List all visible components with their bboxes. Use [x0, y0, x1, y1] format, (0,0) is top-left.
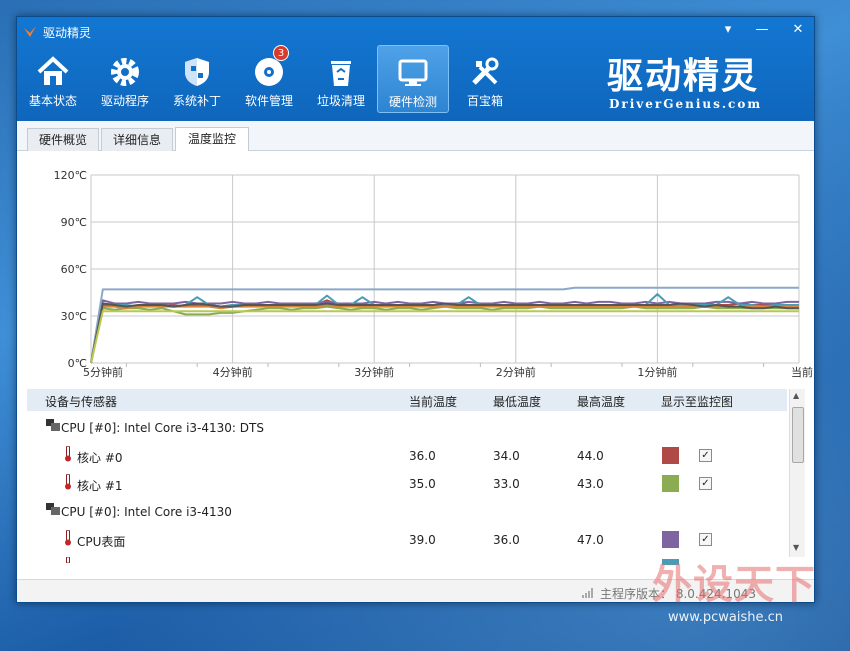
table-header: 设备与传感器 当前温度 最低温度 最高温度 显示至监控图: [27, 389, 787, 411]
tab-details[interactable]: 详细信息: [101, 128, 173, 151]
series-color-swatch[interactable]: [662, 447, 679, 464]
max-temp: 44.0: [577, 449, 604, 463]
series-color-swatch[interactable]: [662, 531, 679, 548]
main-window: 驱动精灵 ▾ — ✕ 基本状态 驱动程序 系统补丁 3 软件管理 垃圾清理 硬件…: [16, 16, 815, 603]
tab-temperature-monitor[interactable]: 温度监控: [175, 127, 249, 151]
x-tick-label: 5分钟前: [83, 365, 123, 379]
title-bar: 驱动精灵 ▾ — ✕ 基本状态 驱动程序 系统补丁 3 软件管理 垃圾清理 硬件…: [17, 17, 814, 121]
gear-icon: [111, 58, 139, 86]
x-tick-label: 3分钟前: [354, 365, 394, 379]
min-temp: 34.0: [493, 449, 520, 463]
tab-bar: 硬件概览 详细信息 温度监控: [17, 121, 814, 151]
group-name: CPU [#0]: Intel Core i3-4130: [61, 505, 232, 519]
toolbar-item-basic-status[interactable]: 基本状态: [17, 45, 89, 113]
max-temp: 43.0: [577, 477, 604, 491]
group-name: CPU [#0]: Intel Core i3-4130: DTS: [61, 421, 264, 435]
toolbar-item-software[interactable]: 3 软件管理: [233, 45, 305, 113]
current-temp: 35.0: [409, 477, 436, 491]
show-in-chart-checkbox[interactable]: ✓: [699, 477, 712, 490]
app-logo-icon: [24, 26, 36, 37]
watermark-url: www.pcwaishe.cn: [668, 610, 783, 625]
series-line: [90, 286, 799, 364]
current-temp: 36.0: [409, 449, 436, 463]
toolbar-label: 垃圾清理: [316, 94, 365, 108]
recycle-bin-icon: [331, 61, 351, 86]
max-temp: 47.0: [577, 533, 604, 547]
min-temp: 33.0: [493, 477, 520, 491]
thermometer-icon: [65, 474, 71, 490]
x-tick-label: 2分钟前: [496, 365, 536, 379]
column-header-show[interactable]: 显示至监控图: [661, 393, 733, 410]
watermark-logo: 外设天下: [652, 562, 816, 608]
series-line: [90, 302, 799, 364]
brand-name-en: DriverGenius.com: [609, 97, 763, 111]
show-in-chart-checkbox[interactable]: ✓: [699, 449, 712, 462]
thermometer-icon: [65, 446, 71, 462]
sensor-name: 核心 #0: [77, 451, 123, 465]
toolbar-label: 硬件检测: [388, 95, 437, 109]
signal-bars-icon: [582, 588, 593, 598]
x-tick-label: 当前: [791, 365, 813, 379]
brand-name-cn: 驱动精灵: [607, 56, 760, 97]
x-tick-label: 1分钟前: [637, 365, 677, 379]
y-tick-label: 30℃: [61, 310, 87, 323]
series-line: [90, 299, 799, 364]
y-tick-label: 60℃: [61, 263, 87, 276]
tab-hardware-overview[interactable]: 硬件概览: [27, 128, 99, 151]
toolbar-item-drivers[interactable]: 驱动程序: [89, 45, 161, 113]
tools-icon: [472, 57, 499, 85]
brand-logo: 驱动精灵 DriverGenius.com: [607, 47, 787, 117]
toolbar-label: 百宝箱: [466, 94, 503, 108]
show-in-chart-checkbox[interactable]: ✓: [699, 533, 712, 546]
y-tick-label: 90℃: [61, 216, 87, 229]
series-line: [90, 299, 799, 364]
series-line: [90, 310, 799, 364]
toolbar-label: 驱动程序: [100, 94, 149, 108]
column-header-device[interactable]: 设备与传感器: [45, 393, 117, 410]
current-temp: 39.0: [409, 533, 436, 547]
monitor-icon: [398, 59, 428, 86]
y-tick-label: 120℃: [54, 169, 87, 182]
update-count-badge: 3: [273, 45, 289, 61]
series-color-swatch[interactable]: [662, 475, 679, 492]
toolbar-item-patches[interactable]: 系统补丁: [161, 45, 233, 113]
table-scrollbar[interactable]: ▲ ▼: [789, 389, 805, 557]
toolbar-item-toolbox[interactable]: 百宝箱: [449, 45, 521, 113]
scroll-up-arrow-icon[interactable]: ▲: [793, 391, 799, 400]
cpu-group-icon: [46, 503, 60, 515]
cpu-group-icon: [46, 419, 60, 431]
sensor-table: 设备与传感器 当前温度 最低温度 最高温度 显示至监控图 CPU [#0]: I…: [27, 389, 805, 577]
temperature-chart: 120℃90℃60℃30℃0℃5分钟前 4分钟前 3分钟前 2分钟前 1分钟前 当前: [54, 169, 813, 379]
shield-icon: [185, 58, 209, 86]
scrollbar-thumb[interactable]: [792, 407, 804, 463]
column-header-min[interactable]: 最低温度: [493, 393, 541, 410]
x-tick-label: 4分钟前: [213, 365, 253, 379]
toolbar-label: 软件管理: [244, 94, 293, 108]
sensor-name: CPU表面: [77, 535, 126, 549]
column-header-current[interactable]: 当前温度: [409, 393, 457, 410]
toolbar-label: 系统补丁: [172, 94, 221, 108]
main-toolbar: 基本状态 驱动程序 系统补丁 3 软件管理 垃圾清理 硬件检测 百宝箱: [17, 45, 521, 113]
scroll-down-arrow-icon[interactable]: ▼: [793, 543, 799, 552]
thermometer-icon: [66, 557, 70, 563]
min-temp: 36.0: [493, 533, 520, 547]
temperature-chart-panel: 120℃ 90℃ 60℃ 30℃ 0℃ 5分钟前 4分钟前 3分钟前 2分钟前 1分钟前 当前: [17, 151, 814, 381]
toolbar-item-cleanup[interactable]: 垃圾清理: [305, 45, 377, 113]
column-header-max[interactable]: 最高温度: [577, 393, 625, 410]
series-line: [90, 305, 799, 364]
menu-dropdown-button[interactable]: ▾: [717, 22, 739, 37]
sensor-name: 核心 #1: [77, 479, 123, 493]
toolbar-label: 基本状态: [28, 94, 77, 108]
thermometer-icon: [65, 530, 71, 546]
window-title: 驱动精灵: [43, 26, 92, 40]
toolbar-item-hardware-detect[interactable]: 硬件检测: [377, 45, 449, 113]
home-icon: [37, 56, 69, 85]
close-button[interactable]: ✕: [787, 22, 809, 37]
minimize-button[interactable]: —: [751, 22, 773, 37]
